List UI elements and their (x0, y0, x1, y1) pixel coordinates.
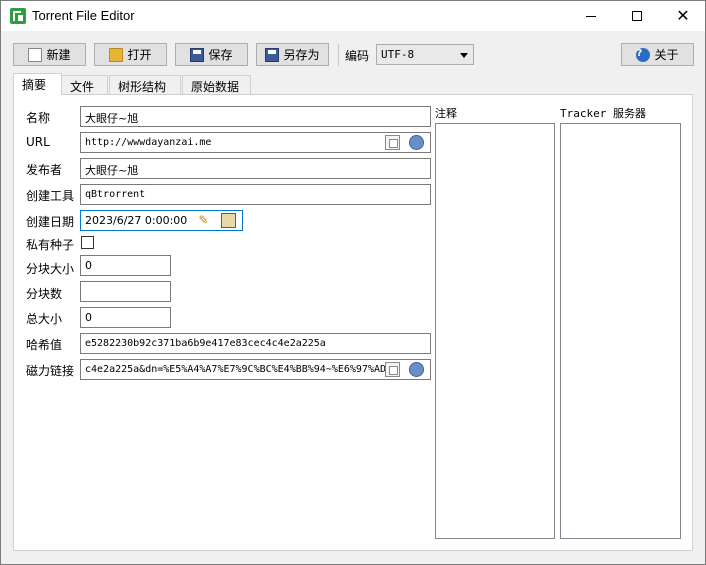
encoding-select[interactable]: UTF-8 (376, 44, 474, 65)
globe-icon[interactable] (409, 362, 424, 377)
magnet-field[interactable]: c4e2a225a&dn=%E5%A4%A7%E7%9C%BC%E4%BB%94… (80, 359, 431, 380)
hash-label: 哈希值 (26, 338, 63, 352)
save-button[interactable]: 保存 (175, 43, 248, 66)
open-button-label: 打开 (127, 48, 152, 62)
piece-size-label: 分块大小 (26, 262, 75, 276)
tab-raw-data[interactable]: 原始数据 (182, 75, 251, 94)
name-field[interactable]: 大眼仔~旭 (80, 106, 431, 127)
pieces-label: 分块数 (26, 287, 63, 301)
floppy-disk-icon (190, 47, 205, 62)
magnet-label: 磁力链接 (26, 364, 75, 378)
open-button[interactable]: 打开 (94, 43, 167, 66)
maximize-icon (632, 11, 642, 21)
folder-icon (109, 47, 124, 62)
total-size-field[interactable]: 0 (80, 307, 171, 328)
window-title: Torrent File Editor (32, 8, 135, 23)
url-value: http://wwwdayanzai.me (85, 137, 212, 148)
comment-label: 注释 (435, 107, 457, 120)
calendar-icon[interactable] (221, 213, 236, 228)
encoding-value: UTF-8 (381, 48, 415, 61)
globe-icon[interactable] (409, 135, 424, 150)
tab-tree[interactable]: 树形结构 (109, 75, 181, 94)
created-date-field[interactable]: 2023/6/27 0:00:00 ✎ (80, 210, 243, 231)
floppy-disk-icon (265, 47, 280, 62)
save-as-button[interactable]: 另存为 (256, 43, 329, 66)
new-button[interactable]: 新建 (13, 43, 86, 66)
trackers-label: Tracker 服务器 (560, 107, 646, 120)
piece-size-field[interactable]: 0 (80, 255, 171, 276)
comment-textarea[interactable] (435, 123, 555, 539)
toolbar-separator (338, 44, 339, 66)
magnet-value: c4e2a225a&dn=%E5%A4%A7%E7%9C%BC%E4%BB%94… (85, 364, 387, 375)
created-by-field[interactable]: qBtrorrent (80, 184, 431, 205)
summary-panel: 名称 大眼仔~旭 URL http://wwwdayanzai.me 发布者 大… (13, 94, 693, 551)
pieces-field[interactable] (80, 281, 171, 302)
name-label: 名称 (26, 111, 51, 125)
url-field[interactable]: http://wwwdayanzai.me (80, 132, 431, 153)
app-logo-icon (10, 8, 26, 24)
hash-field[interactable]: e5282230b92c371ba6b9e417e83cec4c4e2a225a (80, 333, 431, 354)
save-button-label: 保存 (208, 48, 233, 62)
total-size-label: 总大小 (26, 312, 63, 326)
tab-files[interactable]: 文件 (61, 75, 108, 94)
about-button-label: 关于 (654, 48, 679, 62)
close-icon: ✕ (676, 6, 690, 25)
copy-icon[interactable] (385, 362, 400, 377)
title-bar: Torrent File Editor ✕ (1, 1, 705, 31)
save-as-button-label: 另存为 (283, 48, 320, 62)
new-file-icon (28, 47, 43, 62)
publisher-field[interactable]: 大眼仔~旭 (80, 158, 431, 179)
tab-summary[interactable]: 摘要 (13, 73, 62, 95)
created-date-label: 创建日期 (26, 215, 75, 229)
chevron-down-icon (460, 53, 468, 58)
minimize-icon (586, 15, 596, 17)
created-date-value: 2023/6/27 0:00:00 (85, 214, 188, 227)
new-button-label: 新建 (46, 48, 71, 62)
app-window: Torrent File Editor ✕ 新建 打开 保存 另存为 编码 UT… (0, 0, 706, 565)
publisher-label: 发布者 (26, 163, 63, 177)
copy-icon[interactable] (385, 135, 400, 150)
about-button[interactable]: ? 关于 (621, 43, 694, 66)
private-checkbox[interactable] (81, 236, 94, 249)
minimize-button[interactable] (568, 1, 614, 31)
url-label: URL (26, 135, 50, 149)
help-icon: ? (636, 47, 651, 62)
private-label: 私有种子 (26, 238, 75, 252)
encoding-label: 编码 (345, 49, 370, 63)
maximize-button[interactable] (614, 1, 660, 31)
close-button[interactable]: ✕ (660, 1, 706, 31)
trackers-textarea[interactable] (560, 123, 681, 539)
broom-icon[interactable]: ✎ (196, 213, 211, 228)
created-by-label: 创建工具 (26, 189, 75, 203)
